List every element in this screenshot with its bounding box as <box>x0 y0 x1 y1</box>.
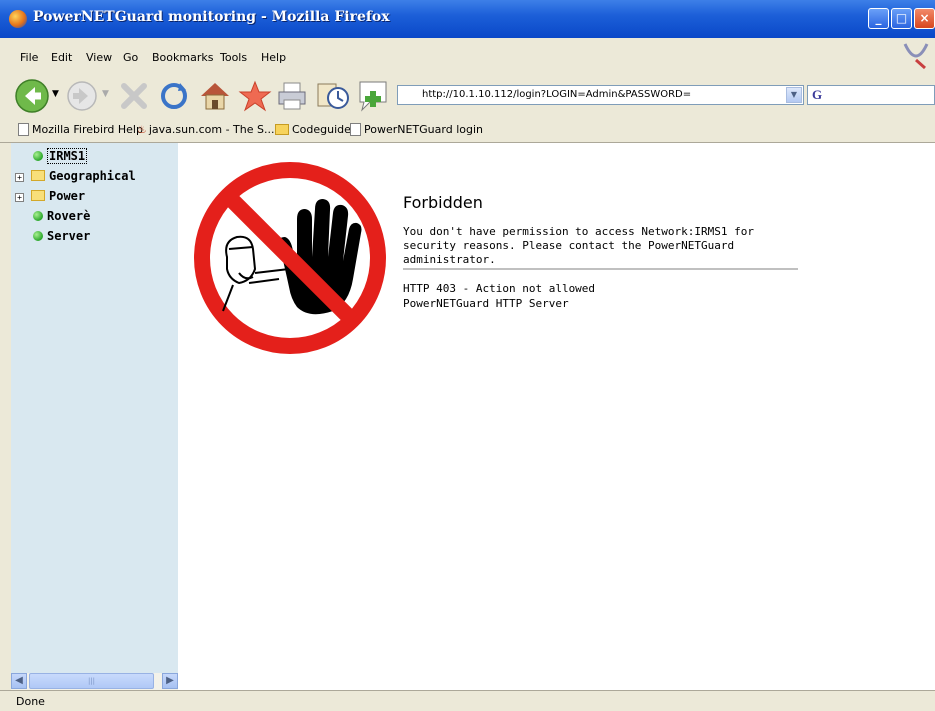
page-icon <box>18 123 29 136</box>
address-bar-url: http://10.1.10.112/login?LOGIN=Admin&PAS… <box>422 89 692 100</box>
maximize-button[interactable]: □ <box>891 8 912 29</box>
bookmark-label: PowerNETGuard login <box>364 123 483 136</box>
folder-icon <box>275 124 289 135</box>
error-message: You don't have permission to access Netw… <box>403 225 754 266</box>
page-icon <box>350 123 361 136</box>
divider <box>403 268 798 270</box>
address-bar[interactable]: http://10.1.10.112/login?LOGIN=Admin&PAS… <box>397 85 804 105</box>
expand-icon[interactable]: + <box>15 193 24 202</box>
status-bar: Done <box>0 690 935 711</box>
status-dot-icon <box>33 211 43 221</box>
minimize-button[interactable]: _ <box>868 8 889 29</box>
home-icon[interactable] <box>198 79 232 113</box>
window-title: PowerNETGuard monitoring - Mozilla Firef… <box>33 9 390 25</box>
bookmark-java-sun[interactable]: ♨ java.sun.com - The S... <box>137 123 274 136</box>
firefox-icon <box>9 10 27 28</box>
menu-go[interactable]: Go <box>123 51 138 64</box>
close-button[interactable]: × <box>914 8 935 29</box>
menu-file[interactable]: File <box>20 51 38 64</box>
tree-item-server[interactable]: Server <box>33 229 90 247</box>
menu-help[interactable]: Help <box>261 51 286 64</box>
bookmark-label: Codeguide <box>292 123 351 136</box>
forward-dropdown-icon[interactable]: ▼ <box>102 89 109 99</box>
tree-item-irms1[interactable]: IRMS1 <box>33 148 88 167</box>
error-footer: HTTP 403 - Action not allowed PowerNETGu… <box>403 281 595 311</box>
forward-icon[interactable] <box>66 80 98 112</box>
folder-icon <box>31 170 45 181</box>
bookmark-star-icon[interactable] <box>238 79 272 113</box>
back-dropdown-icon[interactable]: ▼ <box>52 89 59 99</box>
menu-bar: File Edit View Go Bookmarks Tools Help <box>0 38 935 76</box>
history-icon[interactable] <box>316 80 350 112</box>
main-content: Forbidden You don't have permission to a… <box>178 143 935 690</box>
scroll-left-button[interactable]: ◀ <box>11 673 27 689</box>
bookmark-label: java.sun.com - The S... <box>148 123 275 136</box>
expand-icon[interactable]: + <box>15 173 24 182</box>
tree-item-label: Roverè <box>47 209 91 223</box>
bookmark-mozilla-firebird-help[interactable]: Mozilla Firebird Help <box>18 123 143 136</box>
window-titlebar[interactable]: PowerNETGuard monitoring - Mozilla Firef… <box>0 0 935 38</box>
tree-item-power[interactable]: Power <box>31 189 85 207</box>
tree-item-geographical[interactable]: Geographical <box>31 169 136 187</box>
tree-item-label: Geographical <box>49 169 136 183</box>
status-dot-icon <box>33 231 43 241</box>
status-dot-icon <box>33 151 43 161</box>
forbidden-hand-icon <box>194 162 386 354</box>
bookmark-label: Mozilla Firebird Help <box>32 123 143 136</box>
menu-view[interactable]: View <box>86 51 112 64</box>
scrollbar-thumb[interactable]: ||| <box>29 673 154 689</box>
server-name-line: PowerNETGuard HTTP Server <box>403 297 569 310</box>
sidebar-horizontal-scrollbar[interactable]: ◀ ||| ▶ <box>11 673 178 690</box>
window-left-edge <box>0 143 11 690</box>
menu-bookmarks[interactable]: Bookmarks <box>152 51 213 64</box>
throbber-icon <box>903 43 929 70</box>
sidebar-tree-panel: IRMS1 + Geographical + Power Roverè Serv… <box>11 143 178 673</box>
menu-tools[interactable]: Tools <box>220 51 247 64</box>
page-title: Forbidden <box>403 193 483 212</box>
menu-edit[interactable]: Edit <box>51 51 72 64</box>
java-icon: ♨ <box>137 123 147 136</box>
bookmarks-toolbar: Mozilla Firebird Help ♨ java.sun.com - Th… <box>0 118 935 143</box>
reload-icon[interactable] <box>158 80 190 112</box>
url-dropdown-icon[interactable]: ▼ <box>786 87 802 103</box>
search-box[interactable]: G <box>807 85 935 105</box>
folder-icon <box>31 190 45 201</box>
tree-item-label: Server <box>47 229 91 243</box>
tree-item-label: Power <box>49 189 86 203</box>
back-icon[interactable] <box>14 78 50 114</box>
new-tab-icon[interactable] <box>356 78 390 114</box>
tree-item-rovere[interactable]: Roverè <box>33 209 90 227</box>
http-status-line: HTTP 403 - Action not allowed <box>403 282 596 295</box>
tree-item-label: IRMS1 <box>47 148 88 164</box>
status-text: Done <box>16 695 45 708</box>
print-icon[interactable] <box>276 80 308 112</box>
bookmark-codeguide[interactable]: Codeguide <box>275 123 351 136</box>
stop-icon[interactable] <box>118 80 150 112</box>
scroll-right-button[interactable]: ▶ <box>162 673 178 689</box>
search-engine-icon[interactable]: G <box>812 87 822 103</box>
bookmark-powernetguard-login[interactable]: PowerNETGuard login <box>350 123 483 136</box>
